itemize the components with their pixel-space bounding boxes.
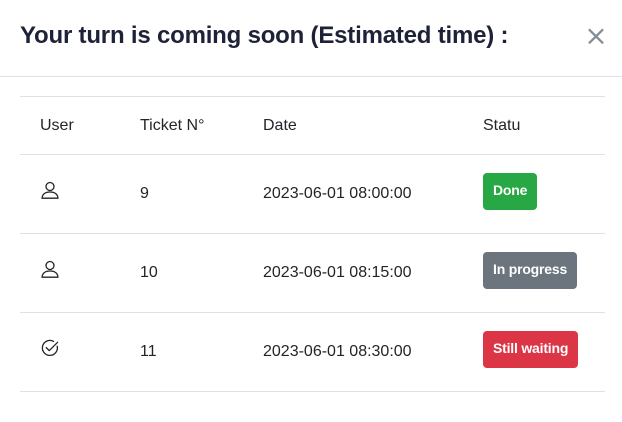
table-row: 11 2023-06-01 08:30:00 Still waiting <box>20 312 605 392</box>
status-cell: Still waiting <box>463 312 605 392</box>
tickets-table-container: User Ticket N° Date Statu 9 2023-06-01 0 <box>20 96 605 392</box>
column-header-status: Statu <box>463 96 605 155</box>
user-icon <box>41 181 59 199</box>
status-badge: Done <box>483 172 538 210</box>
check-circle-icon <box>41 339 59 357</box>
modal-header: Your turn is coming soon (Estimated time… <box>0 0 622 77</box>
close-button[interactable]: × <box>584 22 608 50</box>
table-row: 10 2023-06-01 08:15:00 In progress <box>20 233 605 313</box>
user-cell <box>20 312 120 392</box>
user-cell <box>20 154 120 234</box>
status-badge: Still waiting <box>483 330 579 368</box>
status-cell: Done <box>463 154 605 234</box>
ticket-date: 2023-06-01 08:15:00 <box>243 233 463 313</box>
modal-dialog: Your turn is coming soon (Estimated time… <box>0 0 622 422</box>
status-cell: In progress <box>463 233 605 313</box>
table-row: 9 2023-06-01 08:00:00 Done <box>20 154 605 234</box>
ticket-number: 9 <box>120 154 243 234</box>
modal-title: Your turn is coming soon (Estimated time… <box>20 22 509 49</box>
column-header-ticket: Ticket N° <box>120 96 243 155</box>
table-header-row: User Ticket N° Date Statu <box>20 96 605 155</box>
column-header-date: Date <box>243 96 463 155</box>
user-cell <box>20 233 120 313</box>
ticket-number: 10 <box>120 233 243 313</box>
status-badge: In progress <box>483 251 578 289</box>
tickets-table: User Ticket N° Date Statu 9 2023-06-01 0 <box>20 96 605 392</box>
ticket-number: 11 <box>120 312 243 392</box>
user-icon <box>41 260 59 278</box>
column-header-user: User <box>20 96 120 155</box>
ticket-date: 2023-06-01 08:30:00 <box>243 312 463 392</box>
ticket-date: 2023-06-01 08:00:00 <box>243 154 463 234</box>
